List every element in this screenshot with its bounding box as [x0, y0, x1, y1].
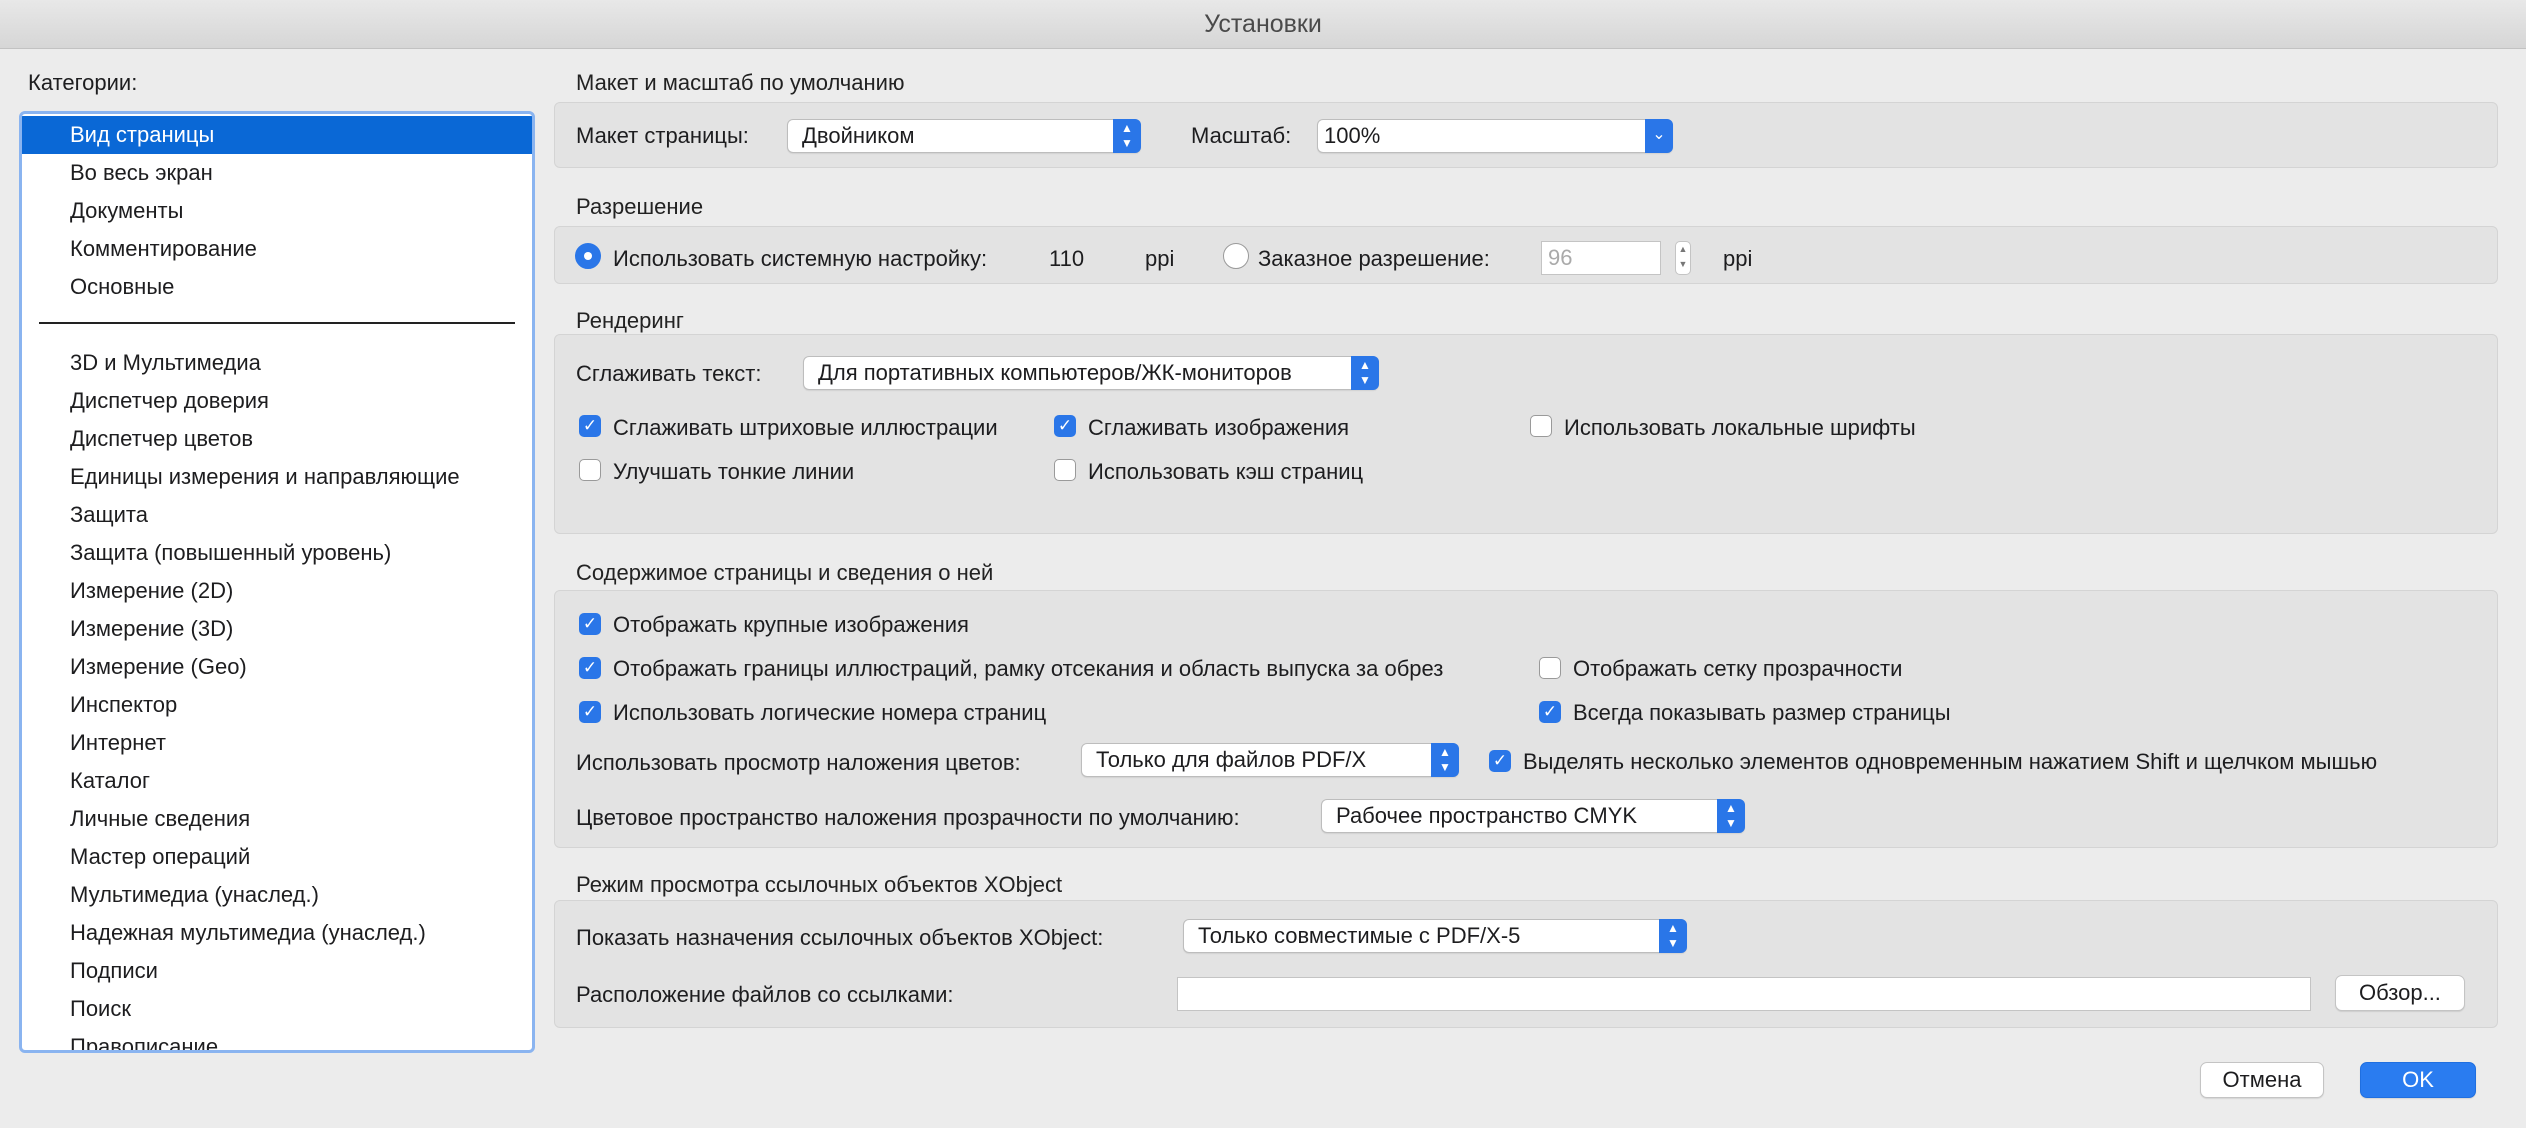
zoom-label: Масштаб: — [1191, 123, 1292, 148]
page-layout-select[interactable]: Двойником ▲ ▼ — [787, 119, 1141, 153]
browse-button[interactable]: Обзор... — [2335, 975, 2465, 1011]
category-item[interactable]: Мастер операций — [22, 838, 532, 876]
enhance-thin-lines-checkbox[interactable] — [579, 459, 601, 481]
xobject-section-title: Режим просмотра ссылочных объектов XObje… — [576, 872, 1063, 897]
enhance-thin-lines-label: Улучшать тонкие линии — [613, 459, 855, 484]
smooth-text-label: Сглаживать текст: — [576, 361, 762, 386]
system-setting-radio[interactable] — [575, 243, 601, 269]
show-targets-value: Только совместимые с PDF/X-5 — [1198, 923, 1521, 948]
updown-chevron-icon: ▲ ▼ — [1659, 919, 1687, 953]
large-images-label: Отображать крупные изображения — [613, 612, 969, 637]
category-item[interactable]: Защита — [22, 496, 532, 534]
category-item[interactable]: 3D и Мультимедиа — [22, 344, 532, 382]
multi-select-label: Выделять несколько элементов одновременн… — [1523, 749, 2378, 774]
category-item[interactable]: Личные сведения — [22, 800, 532, 838]
layout-section-title: Макет и масштаб по умолчанию — [576, 70, 905, 95]
category-item[interactable]: Диспетчер доверия — [22, 382, 532, 420]
content-panel: ✓ Отображать крупные изображения ✓ Отобр… — [554, 590, 2498, 848]
resolution-panel: Использовать системную настройку: 110 pp… — [554, 226, 2498, 284]
category-item[interactable]: Измерение (3D) — [22, 610, 532, 648]
logical-page-numbers-label: Использовать логические номера страниц — [613, 700, 1047, 725]
cancel-button[interactable]: Отмена — [2200, 1062, 2324, 1098]
custom-ppi-unit: ppi — [1723, 246, 1753, 271]
smooth-text-select[interactable]: Для портативных компьютеров/ЖК-мониторов… — [803, 356, 1379, 390]
category-item[interactable]: Единицы измерения и направляющие — [22, 458, 532, 496]
transparency-grid-label: Отображать сетку прозрачности — [1573, 656, 1903, 681]
blend-space-select[interactable]: Рабочее пространство CMYK ▲ ▼ — [1321, 799, 1745, 833]
smooth-line-art-checkbox[interactable]: ✓ — [579, 415, 601, 437]
custom-resolution-field[interactable]: 96 — [1541, 241, 1661, 275]
chevron-down-icon: ⌄ — [1645, 119, 1673, 153]
system-setting-label: Использовать системную настройку: — [613, 246, 988, 271]
category-item-page-display[interactable]: Вид страницы — [22, 116, 532, 154]
smooth-images-checkbox[interactable]: ✓ — [1054, 415, 1076, 437]
system-ppi-value: 110 — [1049, 246, 1085, 271]
category-item[interactable]: Мультимедиа (унаслед.) — [22, 876, 532, 914]
page-layout-label: Макет страницы: — [576, 123, 749, 148]
smooth-images-label: Сглаживать изображения — [1088, 415, 1350, 440]
blend-space-value: Рабочее пространство CMYK — [1336, 803, 1638, 828]
category-item[interactable]: Диспетчер цветов — [22, 420, 532, 458]
category-separator — [39, 322, 515, 324]
category-item[interactable]: Правописание — [22, 1028, 532, 1050]
category-item[interactable]: Инспектор — [22, 686, 532, 724]
local-fonts-checkbox[interactable] — [1530, 415, 1552, 437]
resolution-section-title: Разрешение — [576, 194, 704, 219]
overprint-select[interactable]: Только для файлов PDF/X ▲ ▼ — [1081, 743, 1459, 777]
multi-select-checkbox[interactable]: ✓ — [1489, 750, 1511, 772]
page-cache-label: Использовать кэш страниц — [1088, 459, 1364, 484]
category-item-general[interactable]: Основные — [22, 268, 532, 306]
local-fonts-label: Использовать локальные шрифты — [1564, 415, 1916, 440]
content-section-title: Содержимое страницы и сведения о ней — [576, 560, 994, 585]
layout-panel: Макет страницы: Двойником ▲ ▼ Масштаб: 10… — [554, 102, 2498, 168]
page-layout-value: Двойником — [802, 123, 915, 148]
category-item[interactable]: Подписи — [22, 952, 532, 990]
overprint-value: Только для файлов PDF/X — [1096, 747, 1367, 772]
category-list[interactable]: Вид страницы Во весь экран Документы Ком… — [19, 111, 535, 1053]
category-item[interactable]: Измерение (2D) — [22, 572, 532, 610]
category-item[interactable]: Каталог — [22, 762, 532, 800]
logical-page-numbers-checkbox[interactable]: ✓ — [579, 701, 601, 723]
category-item[interactable]: Интернет — [22, 724, 532, 762]
show-targets-select[interactable]: Только совместимые с PDF/X-5 ▲ ▼ — [1183, 919, 1687, 953]
category-item[interactable]: Измерение (Geo) — [22, 648, 532, 686]
category-item-documents[interactable]: Документы — [22, 192, 532, 230]
rendering-section-title: Рендеринг — [576, 308, 684, 333]
xobject-panel: Показать назначения ссылочных объектов X… — [554, 900, 2498, 1028]
ok-button[interactable]: OK — [2360, 1062, 2476, 1098]
smooth-text-value: Для портативных компьютеров/ЖК-мониторов — [818, 360, 1292, 385]
always-page-size-label: Всегда показывать размер страницы — [1573, 700, 1951, 725]
art-trim-bleed-checkbox[interactable]: ✓ — [579, 657, 601, 679]
categories-label: Категории: — [28, 70, 138, 95]
zoom-value: 100% — [1324, 123, 1381, 148]
zoom-combo[interactable]: 100% ⌄ — [1317, 119, 1673, 153]
always-page-size-checkbox[interactable]: ✓ — [1539, 701, 1561, 723]
category-item-full-screen[interactable]: Во весь экран — [22, 154, 532, 192]
category-item[interactable]: Надежная мультимедиа (унаслед.) — [22, 914, 532, 952]
page-cache-checkbox[interactable] — [1054, 459, 1076, 481]
category-item-commenting[interactable]: Комментирование — [22, 230, 532, 268]
show-targets-label: Показать назначения ссылочных объектов X… — [576, 925, 1104, 950]
window-title: Установки — [0, 0, 2526, 49]
resolution-stepper-icon[interactable]: ▲ ▼ — [1675, 241, 1691, 275]
file-location-label: Расположение файлов со ссылками: — [576, 982, 954, 1007]
large-images-checkbox[interactable]: ✓ — [579, 613, 601, 635]
updown-chevron-icon: ▲ ▼ — [1431, 743, 1459, 777]
file-location-field[interactable] — [1177, 977, 2311, 1011]
smooth-line-art-label: Сглаживать штриховые иллюстрации — [613, 415, 998, 440]
custom-resolution-radio[interactable] — [1223, 243, 1249, 269]
updown-chevron-icon: ▲ ▼ — [1717, 799, 1745, 833]
blend-space-label: Цветовое пространство наложения прозрачн… — [576, 805, 1240, 830]
rendering-panel: Сглаживать текст: Для портативных компью… — [554, 334, 2498, 534]
system-ppi-unit: ppi — [1145, 246, 1175, 271]
category-item[interactable]: Защита (повышенный уровень) — [22, 534, 532, 572]
custom-resolution-label: Заказное разрешение: — [1258, 246, 1490, 271]
category-item[interactable]: Поиск — [22, 990, 532, 1028]
updown-chevron-icon: ▲ ▼ — [1351, 356, 1379, 390]
art-trim-bleed-label: Отображать границы иллюстраций, рамку от… — [613, 656, 1444, 681]
transparency-grid-checkbox[interactable] — [1539, 657, 1561, 679]
overprint-label: Использовать просмотр наложения цветов: — [576, 750, 1021, 775]
updown-chevron-icon: ▲ ▼ — [1113, 119, 1141, 153]
